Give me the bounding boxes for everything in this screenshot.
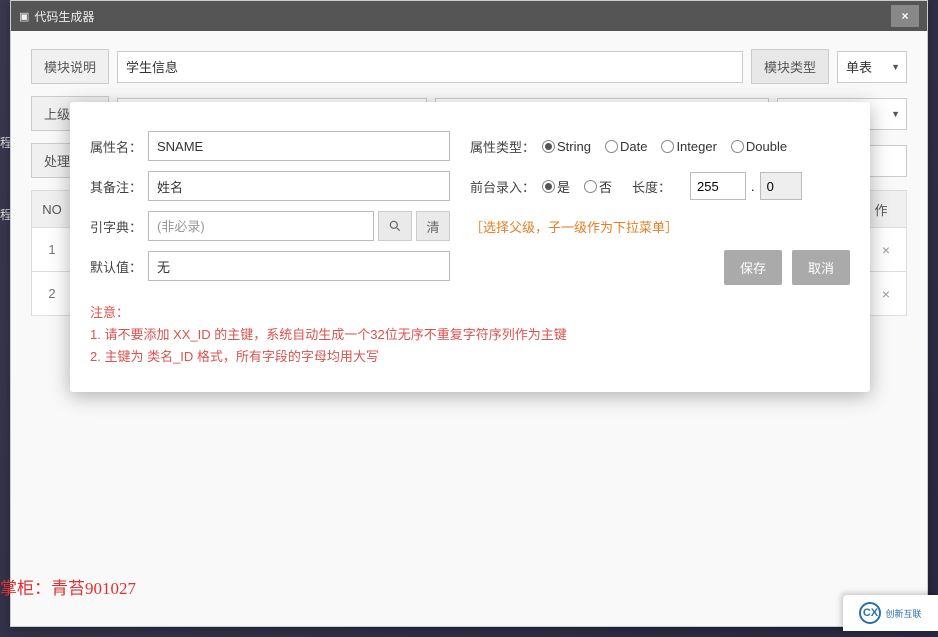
attr-name-label: 属性名： (90, 137, 148, 156)
cancel-button[interactable]: 取消 (792, 250, 850, 285)
save-button[interactable]: 保存 (724, 250, 782, 285)
logo-mark-icon: CX (859, 602, 881, 624)
radio-icon (542, 180, 555, 193)
row-delete[interactable]: × (866, 286, 906, 302)
dict-search-button[interactable] (378, 211, 412, 241)
decimal-input[interactable] (760, 172, 802, 200)
notice-title: 注意： (90, 302, 850, 324)
attr-type-group: String Date Integer Double (542, 139, 787, 154)
notice-line-2: 2. 主键为 类名_ID 格式，所有字段的字母均用大写 (90, 346, 850, 368)
radio-yes[interactable]: 是 (542, 177, 570, 196)
row-no: 2 (32, 286, 72, 301)
front-entry-group: 是 否 (542, 177, 612, 196)
attribute-dialog: 属性名： 其备注： 引字典： 清 默认值： 属性类型： (70, 102, 870, 392)
module-type-select[interactable]: 单表 (837, 51, 907, 83)
dict-input[interactable] (148, 211, 374, 241)
module-type-label: 模块类型 (751, 49, 829, 84)
module-desc-label: 模块说明 (31, 49, 109, 84)
radio-icon (584, 180, 597, 193)
remark-input[interactable] (148, 171, 450, 201)
attr-type-label: 属性类型： (470, 137, 542, 156)
default-input[interactable] (148, 251, 450, 281)
front-entry-label: 前台录入： (470, 177, 542, 196)
attr-name-input[interactable] (148, 131, 450, 161)
dict-clear-button[interactable]: 清 (416, 211, 450, 241)
brand-logo: CX 创新互联 (843, 595, 938, 631)
remark-label: 其备注： (90, 177, 148, 196)
parent-hint: ［选择父级，子一级作为下拉菜单］ (470, 217, 678, 236)
radio-string[interactable]: String (542, 139, 591, 154)
radio-icon (731, 140, 744, 153)
title-bar: ▣ 代码生成器 × (11, 1, 927, 31)
row-no: 1 (32, 242, 72, 257)
radio-icon (542, 140, 555, 153)
notice-block: 注意： 1. 请不要添加 XX_ID 的主键，系统自动生成一个32位无序不重复字… (90, 302, 850, 368)
radio-icon (661, 140, 674, 153)
module-desc-input[interactable] (117, 51, 743, 83)
length-input[interactable] (690, 172, 746, 200)
default-label: 默认值： (90, 257, 148, 276)
logo-text: 创新互联 (885, 607, 921, 620)
window-icon: ▣ (19, 10, 29, 23)
search-icon (388, 219, 402, 233)
watermark-text: 掌柜：青苔901027 (0, 574, 136, 599)
radio-integer[interactable]: Integer (661, 139, 716, 154)
radio-no[interactable]: 否 (584, 177, 612, 196)
close-button[interactable]: × (891, 5, 919, 27)
radio-date[interactable]: Date (605, 139, 647, 154)
length-label: 长度： (632, 177, 690, 196)
col-no: NO (32, 202, 72, 217)
notice-line-1: 1. 请不要添加 XX_ID 的主键，系统自动生成一个32位无序不重复字符序列作… (90, 324, 850, 346)
window-title: 代码生成器 (34, 8, 94, 25)
row-delete[interactable]: × (866, 242, 906, 258)
dict-label: 引字典： (90, 217, 148, 236)
radio-double[interactable]: Double (731, 139, 787, 154)
decimal-dot: . (751, 179, 755, 194)
radio-icon (605, 140, 618, 153)
